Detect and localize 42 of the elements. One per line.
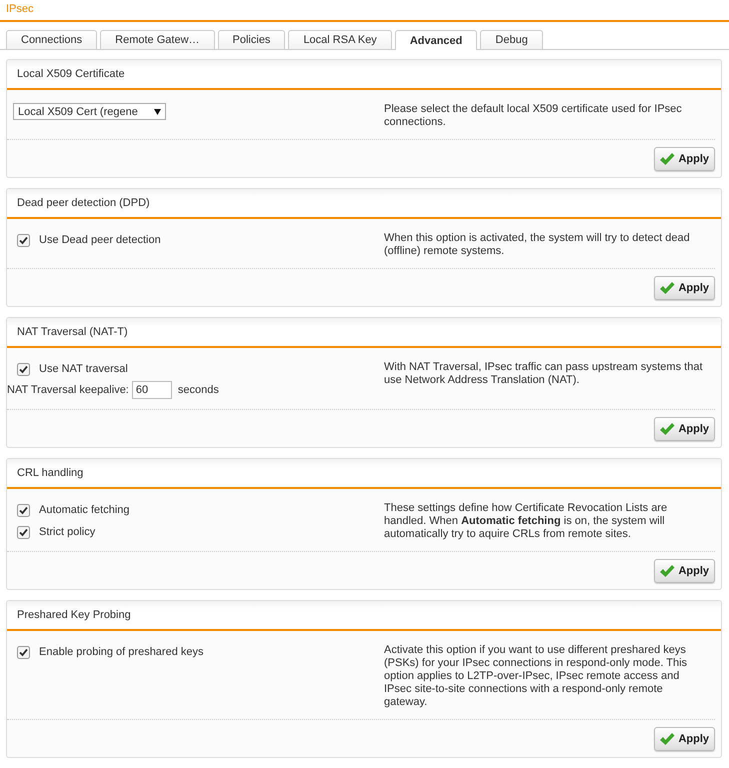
checkbox-label: Use Dead peer detection bbox=[39, 234, 161, 246]
tab[interactable]: Connections bbox=[6, 30, 98, 49]
apply-button[interactable]: Apply bbox=[654, 559, 715, 583]
page-title: IPsec bbox=[6, 3, 34, 15]
section-title: Dead peer detection (DPD) bbox=[17, 197, 150, 209]
keepalive-input[interactable]: 60 bbox=[132, 381, 172, 399]
field-label: NAT Traversal keepalive: bbox=[7, 384, 129, 396]
certificate-dropdown[interactable]: Local X509 Cert (regene bbox=[13, 103, 166, 120]
unit-label: seconds bbox=[178, 384, 219, 396]
checkbox[interactable] bbox=[17, 504, 30, 516]
dropdown-arrow-icon bbox=[154, 108, 161, 114]
checkmark-icon bbox=[659, 422, 676, 436]
section-title: Local X509 Certificate bbox=[17, 68, 125, 80]
checkbox[interactable] bbox=[17, 234, 30, 246]
apply-button[interactable]: Apply bbox=[654, 276, 715, 300]
checkbox[interactable] bbox=[17, 362, 30, 376]
checkmark-icon bbox=[659, 281, 676, 295]
description: These settings define how Certificate Revocation Lists are handled. When Automatic fetching is on, the system will automatically try to aquire CRLs from remote sites. bbox=[384, 502, 668, 540]
checkmark-icon bbox=[659, 732, 676, 746]
checkmark-icon bbox=[659, 152, 676, 166]
checkmark-icon bbox=[659, 564, 676, 578]
section-title: Preshared Key Probing bbox=[17, 609, 131, 621]
description: Please select the default local X509 certificate used for IPsec connections. bbox=[384, 103, 682, 128]
checkbox-label: Enable probing of preshared keys bbox=[39, 646, 204, 658]
checkbox-label: Use NAT traversal bbox=[39, 363, 128, 375]
tab[interactable]: Policies bbox=[218, 30, 286, 49]
description: With NAT Traversal, IPsec traffic can pass upstream systems that use Network Address Translation (NAT). bbox=[384, 361, 702, 386]
description: When this option is activated, the system will try to detect dead (offline) remote systems. bbox=[384, 232, 690, 257]
checkbox[interactable] bbox=[17, 526, 30, 538]
section-title: CRL handling bbox=[17, 467, 84, 479]
section-title: NAT Traversal (NAT-T) bbox=[17, 326, 128, 338]
apply-button[interactable]: Apply bbox=[654, 727, 715, 751]
checkbox-label: Strict policy bbox=[39, 526, 96, 538]
tab[interactable]: Advanced bbox=[394, 30, 478, 50]
apply-button[interactable]: Apply bbox=[654, 417, 715, 441]
tab[interactable]: Remote Gatew… bbox=[100, 30, 215, 49]
description: Activate this option if you want to use different preshared keys (PSKs) for your IPsec connections in respond-only mode. This option applies to L2TP-over-IPsec, IPsec remote access and IPsec site-to-site connections with a respond-only remote gateway. bbox=[384, 644, 688, 708]
tab[interactable]: Debug bbox=[480, 30, 543, 49]
tab[interactable]: Local RSA Key bbox=[288, 30, 392, 49]
apply-button[interactable]: Apply bbox=[654, 147, 715, 171]
checkbox-label: Automatic fetching bbox=[39, 504, 130, 516]
checkbox[interactable] bbox=[17, 646, 30, 658]
